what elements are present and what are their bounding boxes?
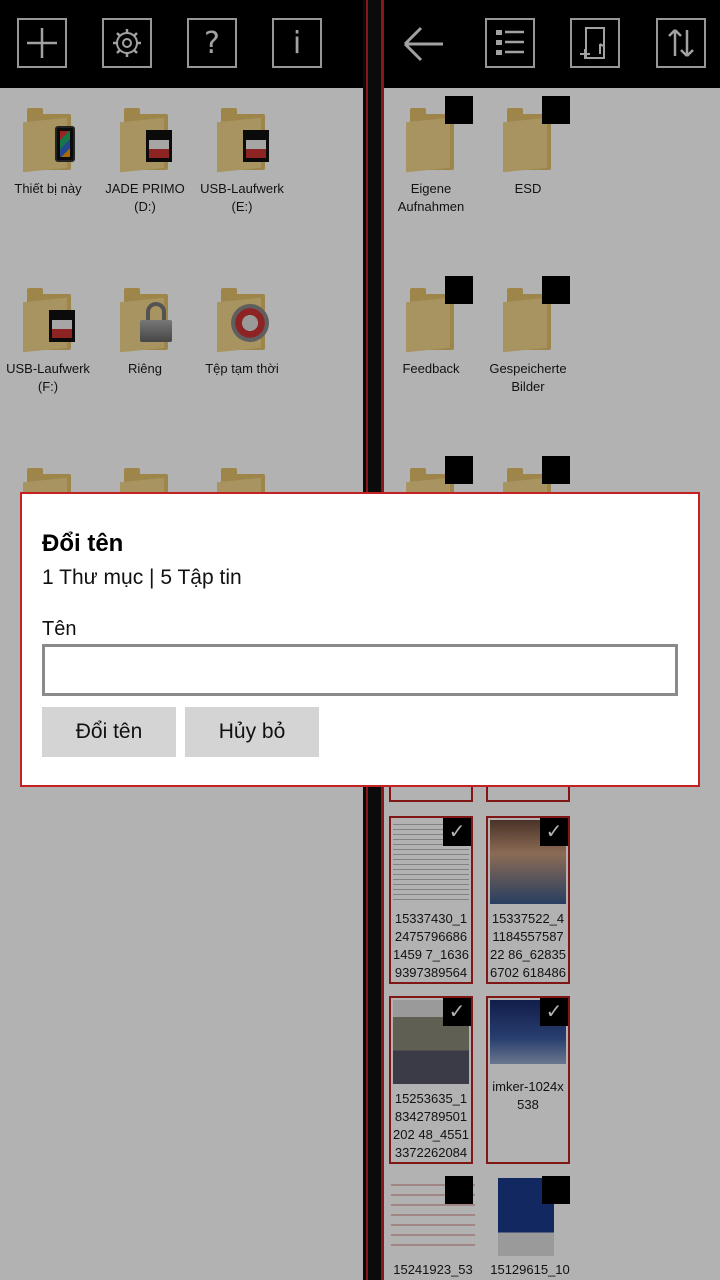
rename-button[interactable]: Đổi tên <box>42 707 176 757</box>
cancel-button[interactable]: Hủy bỏ <box>185 707 319 757</box>
dialog-subtitle: 1 Thư mục | 5 Tập tin <box>42 566 242 589</box>
name-input[interactable] <box>42 644 678 696</box>
dialog-title: Đổi tên <box>42 530 124 557</box>
name-field-label: Tên <box>42 618 77 640</box>
rename-dialog: Đổi tên 1 Thư mục | 5 Tập tin Tên Đổi tê… <box>20 492 700 787</box>
